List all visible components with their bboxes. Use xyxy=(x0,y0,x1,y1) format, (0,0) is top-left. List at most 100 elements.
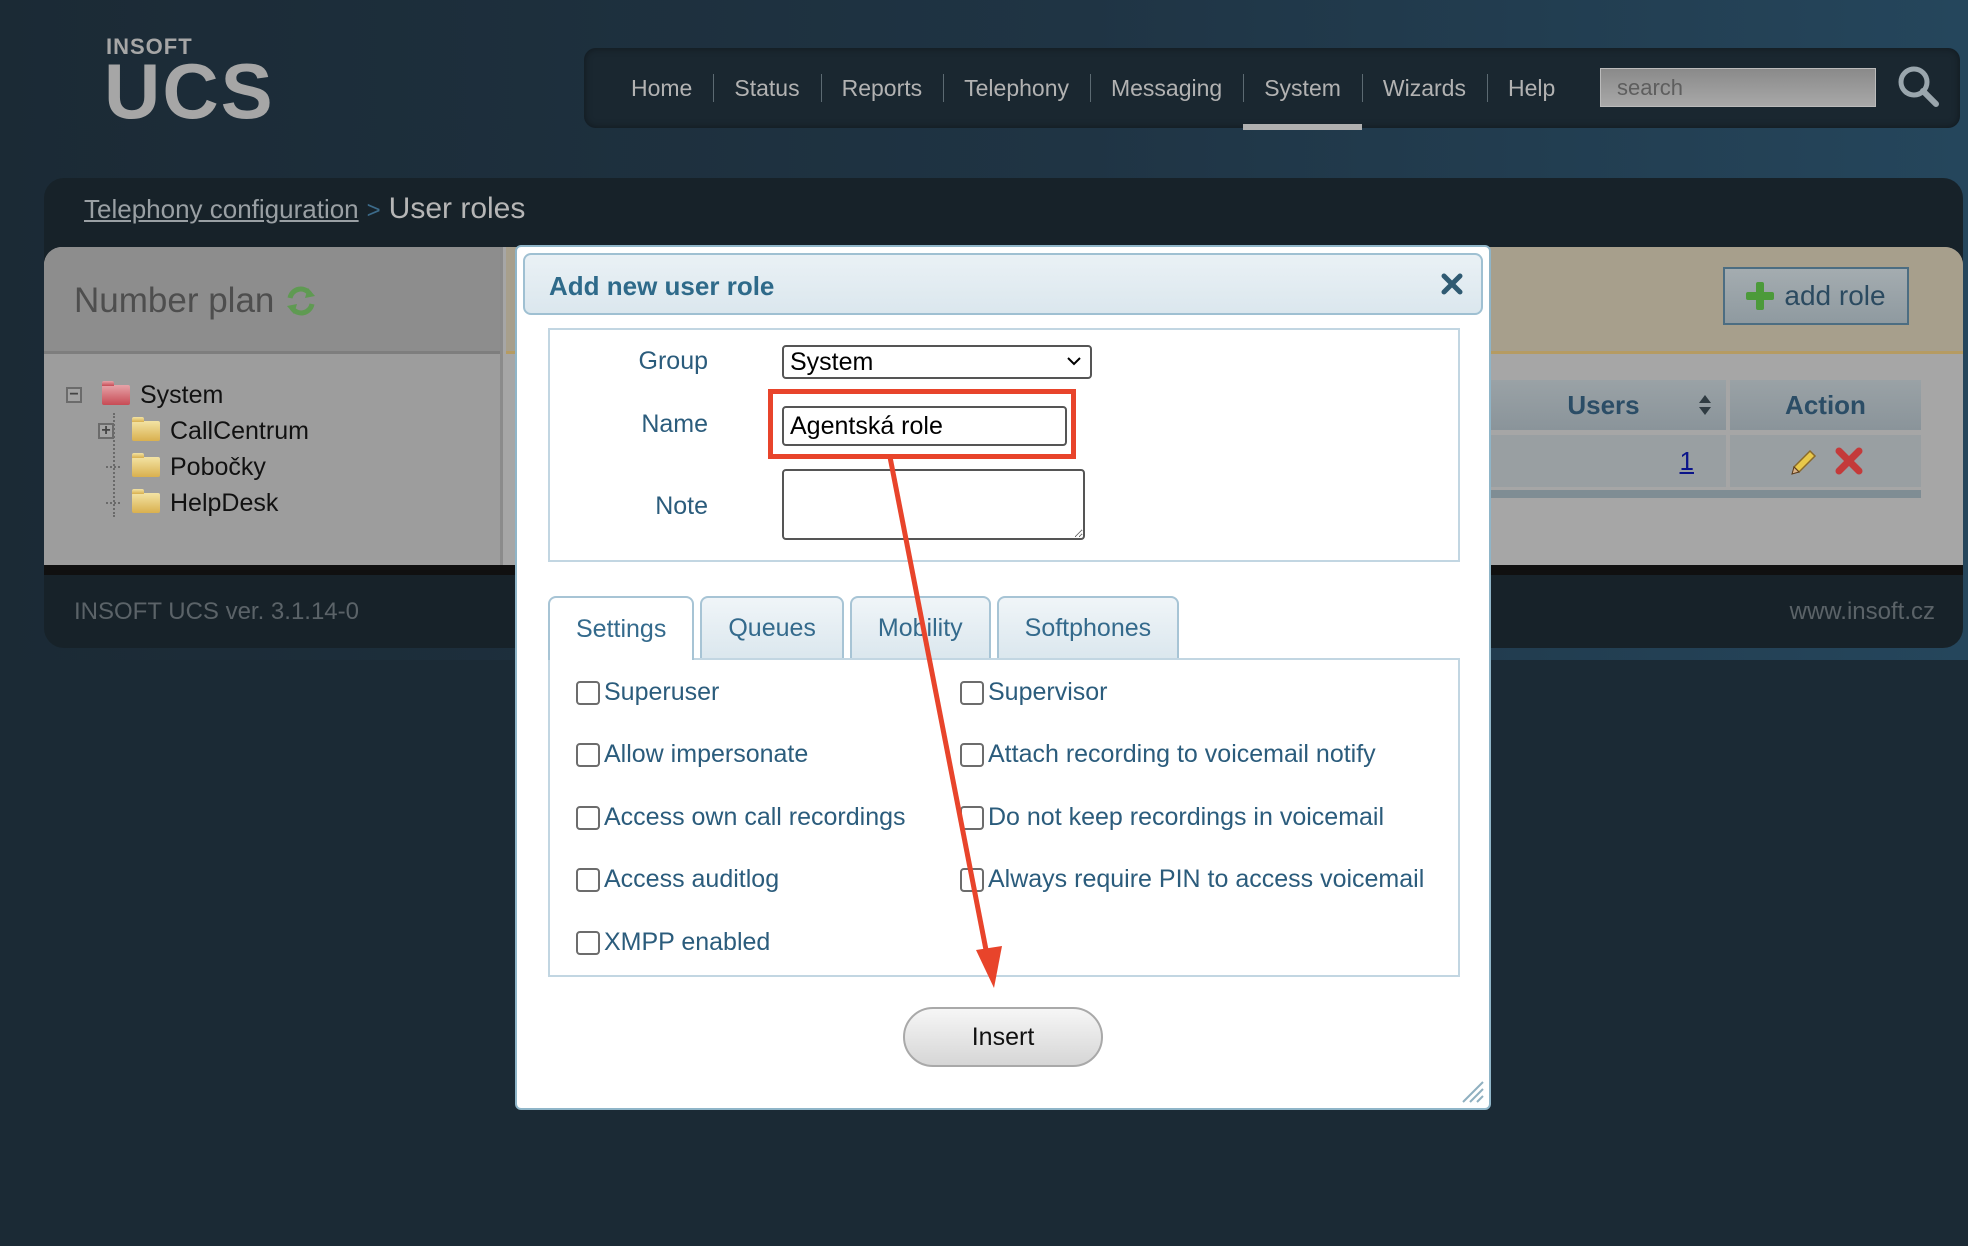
checkbox-label: Supervisor xyxy=(988,678,1108,706)
folder-icon xyxy=(132,417,160,441)
column-header-label: Users xyxy=(1567,389,1640,420)
nav-item-wizards[interactable]: Wizards xyxy=(1361,70,1487,106)
main-navbar: Home Status Reports Telephony Messaging … xyxy=(584,48,1960,130)
tab-queues[interactable]: Queues xyxy=(700,596,844,658)
checkbox-attach-recording-voicemail[interactable]: Attach recording to voicemail notify xyxy=(960,740,1376,769)
checkbox-xmpp-enabled[interactable]: XMPP enabled xyxy=(576,928,770,957)
search-input[interactable] xyxy=(1600,68,1876,107)
table-cell-users: 1 xyxy=(1481,435,1726,487)
number-plan-header: Number plan xyxy=(44,247,500,354)
table-footer-bar xyxy=(1481,490,1921,498)
group-select[interactable]: System xyxy=(782,345,1092,379)
nav-item-reports[interactable]: Reports xyxy=(820,70,944,106)
checkbox-label: Access auditlog xyxy=(604,865,780,893)
note-textarea[interactable] xyxy=(782,469,1085,540)
dialog-titlebar[interactable]: Add new user role xyxy=(523,253,1483,315)
role-form: Group System Name Note xyxy=(548,328,1460,562)
checkbox-allow-impersonate[interactable]: Allow impersonate xyxy=(576,740,808,769)
nav-item-status[interactable]: Status xyxy=(713,70,820,106)
delete-x-icon[interactable] xyxy=(1834,446,1864,476)
breadcrumb-current: User roles xyxy=(388,192,526,225)
tree-node-callcentrum[interactable]: + CallCentrum xyxy=(66,413,309,449)
checkbox-label: Allow impersonate xyxy=(604,740,809,768)
name-input[interactable] xyxy=(782,406,1067,446)
website-link[interactable]: www.insoft.cz xyxy=(1790,598,1935,626)
chevron-down-icon xyxy=(1067,357,1081,366)
checkbox-box[interactable] xyxy=(960,867,984,892)
column-header-action: Action xyxy=(1730,380,1921,430)
dialog-title: Add new user role xyxy=(549,271,775,301)
tree-connector xyxy=(106,466,120,468)
tab-mobility[interactable]: Mobility xyxy=(849,596,991,658)
plus-icon xyxy=(1746,282,1775,310)
nav-item-home[interactable]: Home xyxy=(610,70,713,106)
tab-settings[interactable]: Settings xyxy=(548,596,695,660)
checkbox-do-not-keep-recordings[interactable]: Do not keep recordings in voicemail xyxy=(960,803,1384,832)
tree-node-system[interactable]: − System xyxy=(66,377,309,413)
breadcrumb: Telephony configuration > User roles xyxy=(84,192,525,226)
folder-icon xyxy=(102,381,130,405)
checkbox-box[interactable] xyxy=(960,805,984,830)
expand-toggle-icon[interactable]: + xyxy=(98,423,114,439)
breadcrumb-telephony-configuration[interactable]: Telephony configuration xyxy=(84,194,359,225)
number-plan-panel: Number plan − System + CallCentrum Poboč… xyxy=(44,247,503,565)
checkbox-box[interactable] xyxy=(960,742,984,767)
collapse-toggle-icon[interactable]: − xyxy=(66,387,82,403)
nav-item-telephony[interactable]: Telephony xyxy=(943,70,1090,106)
checkbox-box[interactable] xyxy=(576,867,600,892)
add-user-role-dialog: Add new user role Group System Name Note… xyxy=(515,245,1491,1110)
nav-item-messaging[interactable]: Messaging xyxy=(1089,70,1243,106)
checkbox-box[interactable] xyxy=(576,805,600,830)
sort-icon[interactable] xyxy=(1698,394,1712,416)
checkbox-always-require-pin[interactable]: Always require PIN to access voicemail xyxy=(960,865,1424,894)
add-role-button[interactable]: add role xyxy=(1723,267,1909,325)
nav-item-system[interactable]: System xyxy=(1243,70,1362,130)
tree-node-label: CallCentrum xyxy=(170,416,309,445)
resize-grip-icon[interactable] xyxy=(1459,1078,1485,1104)
tree-node-label: HelpDesk xyxy=(170,488,279,517)
tree-connector xyxy=(106,502,120,504)
checkbox-box[interactable] xyxy=(576,742,600,767)
checkbox-box[interactable] xyxy=(960,680,984,705)
number-plan-tree: − System + CallCentrum Pobočky HelpDesk xyxy=(66,377,309,521)
tab-softphones[interactable]: Softphones xyxy=(996,596,1180,658)
insoft-ucs-logo[interactable]: INSOFT UCS xyxy=(104,34,274,134)
magnifier-icon xyxy=(1898,66,1939,107)
checkbox-box[interactable] xyxy=(576,680,600,705)
tree-node-pobocky[interactable]: Pobočky xyxy=(66,449,309,485)
name-label: Name xyxy=(641,410,708,438)
nav-item-help[interactable]: Help xyxy=(1486,70,1576,106)
checkbox-superuser[interactable]: Superuser xyxy=(576,678,719,707)
note-label: Note xyxy=(655,492,708,520)
tree-node-label: System xyxy=(140,380,224,409)
tree-node-label: Pobočky xyxy=(170,452,266,481)
nav-menu: Home Status Reports Telephony Messaging … xyxy=(610,70,1576,130)
search-button[interactable] xyxy=(1894,62,1944,112)
table-cell-action xyxy=(1730,435,1921,487)
checkbox-access-own-call-recordings[interactable]: Access own call recordings xyxy=(576,803,906,832)
edit-pencil-icon[interactable] xyxy=(1788,445,1820,477)
checkbox-label: Always require PIN to access voicemail xyxy=(988,865,1425,893)
folder-icon xyxy=(132,453,160,477)
add-role-label: add role xyxy=(1784,280,1886,311)
refresh-icon[interactable] xyxy=(284,284,318,318)
folder-icon xyxy=(132,489,160,513)
checkbox-label: Attach recording to voicemail notify xyxy=(988,740,1376,768)
close-icon[interactable] xyxy=(1439,271,1465,297)
breadcrumb-separator: > xyxy=(366,197,381,224)
checkbox-label: Do not keep recordings in voicemail xyxy=(988,803,1385,831)
checkbox-box[interactable] xyxy=(576,930,600,955)
checkbox-label: Superuser xyxy=(604,678,720,706)
users-count-link[interactable]: 1 xyxy=(1680,446,1694,476)
logo-brand-big: UCS xyxy=(104,47,275,135)
insert-button[interactable]: Insert xyxy=(903,1007,1103,1067)
checkbox-label: Access own call recordings xyxy=(604,803,906,831)
column-header-users[interactable]: Users xyxy=(1481,380,1726,430)
checkbox-access-auditlog[interactable]: Access auditlog xyxy=(576,865,779,894)
tree-node-helpdesk[interactable]: HelpDesk xyxy=(66,485,309,521)
checkbox-supervisor[interactable]: Supervisor xyxy=(960,678,1108,707)
checkbox-label: XMPP enabled xyxy=(604,928,771,956)
group-label: Group xyxy=(638,347,708,375)
number-plan-title: Number plan xyxy=(74,281,275,320)
settings-panel: Superuser Allow impersonate Access own c… xyxy=(548,658,1460,977)
